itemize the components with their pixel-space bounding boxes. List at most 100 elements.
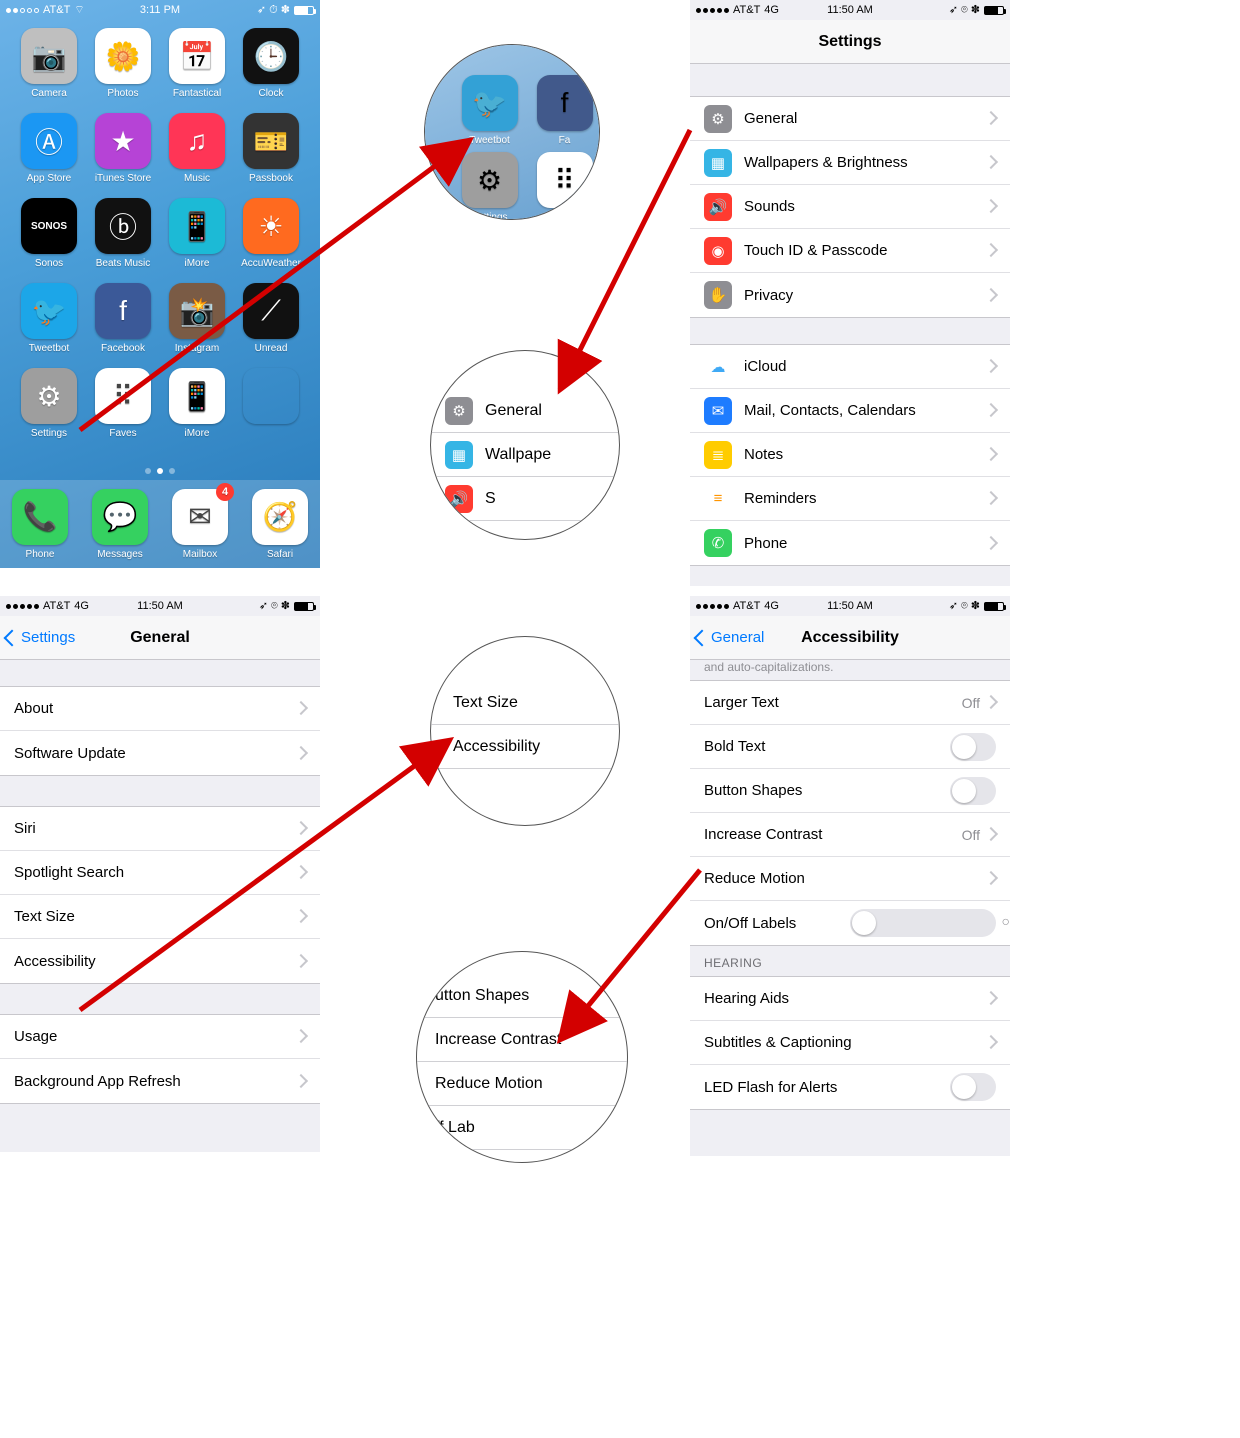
app-accuweather[interactable]: ☀AccuWeather xyxy=(234,198,308,269)
back-button[interactable]: Settings xyxy=(6,629,75,646)
app-imore[interactable]: 📱iMore xyxy=(160,368,234,439)
settings-row-phone[interactable]: ✆Phone xyxy=(690,521,1010,565)
app-icon[interactable]: 🐦Tweetbot xyxy=(455,75,524,146)
app-faves[interactable]: ⠿Faves xyxy=(86,368,160,439)
app-label: iMore xyxy=(184,258,209,269)
row-label: On/Off Labels xyxy=(704,915,850,932)
row-label: iCloud xyxy=(744,358,986,375)
app-instagram[interactable]: 📸Instagram xyxy=(160,283,234,354)
app-beats-music[interactable]: ⓑBeats Music xyxy=(86,198,160,269)
chevron-right-icon xyxy=(296,1028,306,1045)
accessibility-row-reduce-motion[interactable]: Reduce Motion xyxy=(690,857,1010,901)
accessibility-row-increase-contrast[interactable]: Increase ContrastOff xyxy=(690,813,1010,857)
chevron-right-icon xyxy=(986,446,996,463)
app-passbook[interactable]: 🎫Passbook xyxy=(234,113,308,184)
battery-icon xyxy=(294,602,314,611)
settings-row-general[interactable]: ⚙General xyxy=(690,97,1010,141)
settings-row-notes[interactable]: ≣Notes xyxy=(690,433,1010,477)
toggle-switch[interactable] xyxy=(850,909,996,937)
list-row[interactable]: 🔊S xyxy=(431,477,619,521)
app-settings[interactable]: ⚙Settings xyxy=(455,152,524,220)
list-row[interactable]: Accessibility xyxy=(431,725,619,769)
page-title: Accessibility xyxy=(801,629,899,647)
page-title: General xyxy=(130,629,190,647)
toggle-switch[interactable] xyxy=(950,777,996,805)
list-row[interactable]: Reduce Motion xyxy=(417,1062,627,1106)
chevron-right-icon xyxy=(986,870,996,887)
row-label: Wallpapers & Brightness xyxy=(744,154,986,171)
app-icon[interactable]: ⠿Fa xyxy=(530,152,599,220)
chevron-right-icon xyxy=(986,535,996,552)
section-subtext: and auto-capitalizations. xyxy=(690,660,1010,680)
dock: 📞Phone💬Messages✉4Mailbox🧭Safari xyxy=(0,480,320,568)
general-row-background-app-refresh[interactable]: Background App Refresh xyxy=(0,1059,320,1103)
list-row[interactable]: utton Shapes xyxy=(417,974,627,1018)
accessibility-row-hearing-aids[interactable]: Hearing Aids xyxy=(690,977,1010,1021)
toggle-switch[interactable] xyxy=(950,1073,996,1101)
general-row-about[interactable]: About xyxy=(0,687,320,731)
general-row-usage[interactable]: Usage xyxy=(0,1015,320,1059)
app-facebook[interactable]: fFacebook xyxy=(86,283,160,354)
accessibility-row-bold-text[interactable]: Bold Text xyxy=(690,725,1010,769)
toggle-switch[interactable] xyxy=(950,733,996,761)
app-fantastical[interactable]: 📅Fantastical xyxy=(160,28,234,99)
app-photos[interactable]: 🌼Photos xyxy=(86,28,160,99)
settings-row-reminders[interactable]: ≡Reminders xyxy=(690,477,1010,521)
app-icon[interactable]: fFa xyxy=(530,75,599,146)
app-label: Faves xyxy=(109,428,136,439)
general-row-accessibility[interactable]: Accessibility xyxy=(0,939,320,983)
app-label: Fantastical xyxy=(173,88,221,99)
list-row[interactable]: Increase Contrast xyxy=(417,1018,627,1062)
chevron-right-icon xyxy=(296,953,306,970)
app-safari[interactable]: 🧭Safari xyxy=(240,489,320,560)
settings-group-2: ☁ iCloud ✉Mail, Contacts, Calendars≣Notes≡… xyxy=(690,344,1010,566)
accessibility-hearing-group: Hearing AidsSubtitles & CaptioningLED Fl… xyxy=(690,976,1010,1110)
list-row[interactable]: Text Size xyxy=(431,681,619,725)
app-phone[interactable]: 📞Phone xyxy=(0,489,80,560)
back-button[interactable]: General xyxy=(696,629,764,646)
callout-settings-icon: 🐦Tweetbot fFa ⚙Settings ⠿Fa xyxy=(424,44,600,220)
app-messages[interactable]: 💬Messages xyxy=(80,489,160,560)
status-time: 3:11 PM xyxy=(0,4,320,16)
app-tweetbot[interactable]: 🐦Tweetbot xyxy=(12,283,86,354)
general-group-1: AboutSoftware Update xyxy=(0,686,320,776)
row-value: Off xyxy=(962,695,980,711)
settings-row-touch-id-passcode[interactable]: ◉Touch ID & Passcode xyxy=(690,229,1010,273)
accessibility-row-on-off-labels[interactable]: On/Off Labels xyxy=(690,901,1010,945)
general-row-text-size[interactable]: Text Size xyxy=(0,895,320,939)
general-row-software-update[interactable]: Software Update xyxy=(0,731,320,775)
app-mailbox[interactable]: ✉4Mailbox xyxy=(160,489,240,560)
app-settings[interactable]: ⚙Settings xyxy=(12,368,86,439)
accessibility-row-led-flash-for-alerts[interactable]: LED Flash for Alerts xyxy=(690,1065,1010,1109)
settings-row-icloud[interactable]: ☁ iCloud xyxy=(690,345,1010,389)
app-imore[interactable]: 📱iMore xyxy=(160,198,234,269)
chevron-right-icon xyxy=(986,242,996,259)
app-music[interactable]: ♫Music xyxy=(160,113,234,184)
row-icon: ☁ xyxy=(704,353,732,381)
app-label: iTunes Store xyxy=(95,173,151,184)
settings-row-wallpapers-brightness[interactable]: ▦Wallpapers & Brightness xyxy=(690,141,1010,185)
chevron-right-icon xyxy=(296,745,306,762)
accessibility-row-subtitles-captioning[interactable]: Subtitles & Captioning xyxy=(690,1021,1010,1065)
row-label: Background App Refresh xyxy=(14,1073,296,1090)
app-camera[interactable]: 📷Camera xyxy=(12,28,86,99)
status-bar: AT&T 4G 11:50 AM ➶ ⌾ ✽ xyxy=(0,596,320,616)
general-row-spotlight-search[interactable]: Spotlight Search xyxy=(0,851,320,895)
app-sonos[interactable]: SONOSSonos xyxy=(12,198,86,269)
app-label: Sonos xyxy=(35,258,63,269)
list-row[interactable]: ⚙General xyxy=(431,389,619,433)
app-itunes-store[interactable]: ★iTunes Store xyxy=(86,113,160,184)
accessibility-row-larger-text[interactable]: Larger TextOff xyxy=(690,681,1010,725)
settings-row-privacy[interactable]: ✋Privacy xyxy=(690,273,1010,317)
settings-row-sounds[interactable]: 🔊Sounds xyxy=(690,185,1010,229)
chevron-right-icon xyxy=(296,700,306,717)
general-row-siri[interactable]: Siri xyxy=(0,807,320,851)
app-clock[interactable]: 🕒Clock xyxy=(234,28,308,99)
list-row[interactable]: ▦Wallpape xyxy=(431,433,619,477)
app-unread[interactable]: ⟋Unread xyxy=(234,283,308,354)
list-row[interactable]: ff Lab xyxy=(417,1106,627,1150)
settings-row-mail-contacts-calendars[interactable]: ✉Mail, Contacts, Calendars xyxy=(690,389,1010,433)
accessibility-row-button-shapes[interactable]: Button Shapes xyxy=(690,769,1010,813)
app-app-store[interactable]: ⒶApp Store xyxy=(12,113,86,184)
app-label: Unread xyxy=(255,343,288,354)
